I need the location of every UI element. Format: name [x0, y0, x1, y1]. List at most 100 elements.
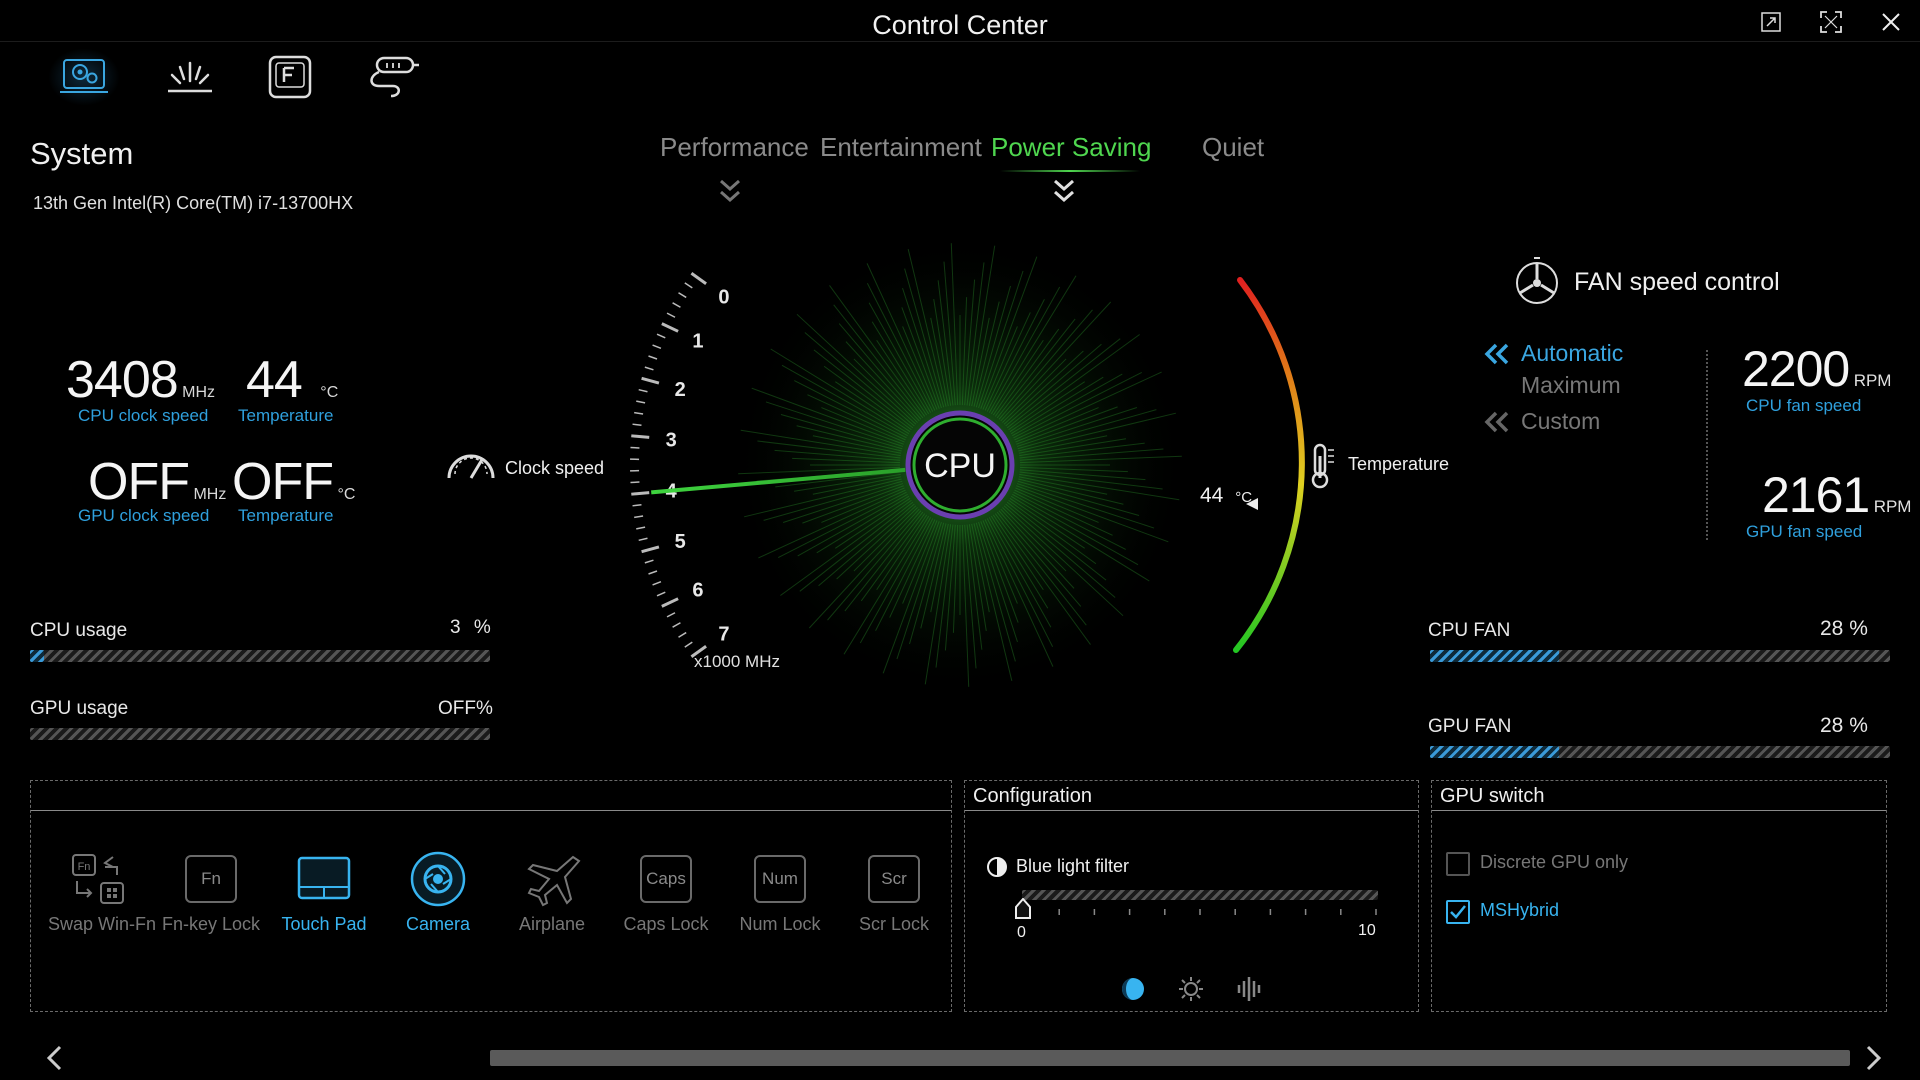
- gauge-tick: [648, 570, 658, 575]
- maximize-window-button[interactable]: [1812, 6, 1850, 38]
- chevron-left-icon: [46, 1045, 62, 1071]
- gauge-tick: [634, 411, 644, 415]
- nav-tab-system[interactable]: [48, 48, 120, 106]
- close-window-button[interactable]: [1872, 6, 1910, 38]
- quick-key-label: Camera: [405, 914, 471, 934]
- gauge-tick: [672, 622, 681, 628]
- blue-light-slider-thumb[interactable]: [1015, 897, 1031, 925]
- gpu-fan-rpm-readout: 2161 RPM: [1762, 466, 1911, 524]
- app-title: Control Center: [872, 10, 1048, 40]
- cable-connection-icon: [370, 56, 419, 98]
- mode-tab-entertainment[interactable]: Entertainment: [820, 132, 982, 163]
- cpu-temp-label: Temperature: [238, 406, 334, 425]
- gauge-tick: [644, 559, 654, 564]
- quick-key-label: Fn-key Lock: [161, 914, 261, 934]
- chevron-down-icon: [718, 178, 742, 209]
- cpu-usage-fill: [30, 650, 44, 662]
- quick-key-label: Swap Win-Fn: [48, 914, 157, 934]
- horizontal-scrollbar[interactable]: [490, 1050, 1850, 1066]
- cpu-fan-rpm-readout: 2200 RPM: [1742, 340, 1891, 398]
- gpu-clock-unit: MHz: [193, 486, 227, 503]
- gauge-tick: [678, 292, 687, 299]
- gpu-temp-label: Temperature: [238, 506, 334, 525]
- gauge-tick-label: 6: [692, 579, 703, 601]
- blue-light-slider-ticks: [1022, 906, 1378, 916]
- gpu-clock-value: OFF: [88, 453, 190, 511]
- brightness-icon[interactable]: [1178, 976, 1204, 1007]
- quick-key-swap-win-fn[interactable]: Fn Swap Win-Fn: [48, 850, 157, 935]
- gauge-tick-label: 7: [718, 624, 729, 646]
- cpu-clock-unit: MHz: [182, 384, 216, 401]
- blue-light-filter-toggle-icon[interactable]: [986, 856, 1008, 883]
- gauge-tick-label: 3: [666, 429, 677, 451]
- gauge-tick: [636, 526, 646, 530]
- scroll-right-button[interactable]: [1862, 1044, 1884, 1077]
- num-lock-icon: Num: [754, 855, 806, 903]
- quick-key-airplane[interactable]: Airplane: [502, 850, 602, 935]
- gauge-tick: [684, 641, 693, 648]
- double-chevron-left-icon: [1484, 342, 1510, 371]
- gauge-tick: [644, 366, 654, 371]
- quick-key-camera[interactable]: Camera: [388, 850, 488, 935]
- quick-key-label: Touch Pad: [281, 914, 367, 934]
- thermometer-icon: [1306, 442, 1336, 495]
- discrete-gpu-checkbox[interactable]: [1446, 852, 1470, 876]
- quick-key-num-lock[interactable]: Num Num Lock: [730, 850, 830, 935]
- fn-key-lock-icon: Fn: [185, 855, 237, 903]
- cpu-fan-fill: [1430, 650, 1559, 662]
- gpu-usage-value: OFF: [438, 698, 476, 719]
- audio-wave-icon[interactable]: [1236, 976, 1264, 1007]
- gauge-tick: [641, 376, 660, 385]
- quick-key-touchpad[interactable]: Touch Pad: [274, 850, 374, 935]
- gauge-tick: [690, 272, 707, 285]
- scroll-left-button[interactable]: [44, 1044, 66, 1077]
- fan-mode-automatic[interactable]: Automatic: [1521, 340, 1623, 367]
- cpu-temp-readout: 44 °C: [246, 350, 338, 410]
- gauge-tick: [684, 282, 693, 289]
- cpu-clock-value: 3408: [66, 351, 179, 409]
- fullscreen-icon: [1820, 11, 1842, 33]
- gpu-fan-readout: 28 %: [1820, 714, 1868, 738]
- mode-tab-quiet[interactable]: Quiet: [1202, 132, 1264, 163]
- quick-key-label: Airplane: [518, 914, 586, 934]
- restore-window-button[interactable]: [1752, 6, 1790, 38]
- gpu-fan-unit: %: [1849, 714, 1868, 737]
- cpu-clock-label: CPU clock speed: [78, 406, 209, 425]
- fan-control-title: FAN speed control: [1574, 268, 1780, 296]
- cpu-gauge: 76543210 CPU: [630, 240, 1305, 695]
- gauge-tick: [632, 423, 642, 427]
- gauge-temp-value: 44: [1200, 484, 1224, 507]
- gauge-temp-readout: 44 °C: [1200, 484, 1252, 508]
- nav-tab-connections[interactable]: [356, 48, 428, 106]
- nav-tab-lighting[interactable]: [154, 48, 226, 106]
- cpu-usage-unit: %: [473, 617, 491, 638]
- fan-mode-custom[interactable]: Custom: [1521, 408, 1600, 435]
- blue-light-icon[interactable]: [1120, 976, 1146, 1007]
- mshybrid-checkbox[interactable]: [1446, 900, 1470, 924]
- blue-light-slider-track[interactable]: [1022, 890, 1378, 900]
- gauge-tick: [652, 580, 662, 586]
- gauge-center-label: CPU: [924, 447, 996, 485]
- system-settings-icon: [60, 59, 108, 93]
- quick-key-scroll-lock[interactable]: Scr Scr Lock: [844, 850, 944, 935]
- cpu-fan-speed-label: CPU fan speed: [1746, 396, 1862, 415]
- gpu-usage-bar: [30, 728, 490, 740]
- mode-tab-power-saving[interactable]: Power Saving: [991, 132, 1151, 163]
- chevron-down-icon: [1052, 178, 1076, 209]
- gauge-tick: [634, 515, 644, 519]
- cpu-fan-label: CPU FAN: [1428, 620, 1511, 641]
- mode-tab-performance[interactable]: Performance: [660, 132, 809, 163]
- checkmark-icon: [1450, 905, 1466, 919]
- fan-mode-maximum[interactable]: Maximum: [1521, 372, 1621, 399]
- cpu-clock-readout: 3408 MHz: [66, 350, 215, 410]
- gauge-tick-labels: 76543210: [666, 286, 730, 645]
- quick-key-label: Scr Lock: [858, 914, 930, 934]
- quick-key-fn-lock[interactable]: Fn Fn-key Lock: [161, 850, 261, 935]
- configuration-title: Configuration: [965, 781, 1418, 811]
- quick-key-caps-lock[interactable]: Caps Caps Lock: [616, 850, 716, 935]
- nav-tab-function-keys[interactable]: [254, 48, 326, 106]
- gauge-tick: [652, 344, 662, 350]
- swap-win-fn-icon: Fn: [48, 850, 148, 908]
- gauge-tick-label: 5: [675, 531, 686, 553]
- system-title: System: [30, 136, 134, 171]
